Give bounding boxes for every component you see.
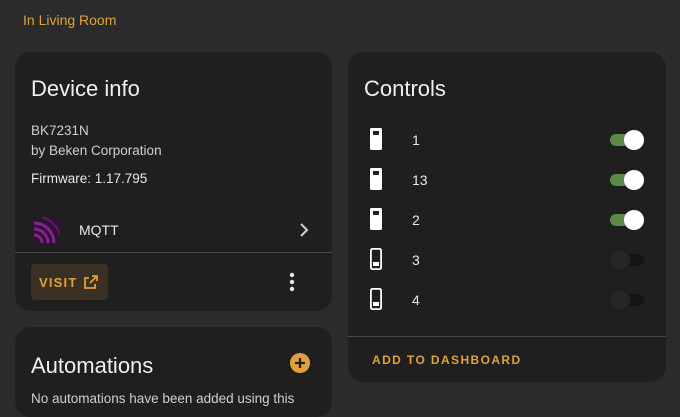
switch-on-icon [370,168,382,190]
automations-title: Automations [31,353,154,378]
visit-button[interactable]: VISIT [31,264,108,300]
switch-off-icon [370,287,382,311]
control-row: 2 [348,200,666,240]
divider [15,252,332,253]
control-name: 13 [412,172,428,188]
toggle-switch[interactable] [608,128,646,152]
control-row: 4 [348,280,666,320]
switch-on-icon [370,208,382,230]
controls-card: Controls 1 13 2 3 4 ADD TO DASHBOARD [348,52,666,382]
toggle-switch[interactable] [608,208,646,232]
controls-title: Controls [364,76,446,101]
automations-card: Automations No automations have been add… [15,327,332,417]
more-vert-icon[interactable] [280,270,304,294]
mqtt-icon [34,217,60,243]
add-to-dashboard-button[interactable]: ADD TO DASHBOARD [372,353,522,367]
chevron-right-icon [300,223,309,237]
area-link[interactable]: In Living Room [23,12,116,28]
add-circle-icon[interactable] [289,352,311,374]
switch-on-icon [370,128,382,150]
device-firmware: Firmware: 1.17.795 [31,171,148,186]
toggle-switch[interactable] [608,288,646,312]
switch-off-icon [370,247,382,271]
control-name: 2 [412,212,420,228]
control-name: 3 [412,252,420,268]
toggle-switch[interactable] [608,168,646,192]
integration-row-mqtt[interactable]: MQTT [15,208,332,252]
control-name: 4 [412,292,420,308]
visit-button-label: VISIT [39,274,78,290]
device-model: BK7231N [31,123,89,138]
integration-label: MQTT [79,222,119,238]
automations-empty-text: No automations have been added using thi… [31,391,295,406]
open-in-new-icon [84,275,98,289]
control-row: 3 [348,240,666,280]
toggle-switch[interactable] [608,248,646,272]
control-name: 1 [412,132,420,148]
device-manufacturer: by Beken Corporation [31,143,162,158]
divider [348,336,666,337]
control-row: 1 [348,120,666,160]
control-row: 13 [348,160,666,200]
device-info-card: Device info BK7231N by Beken Corporation… [15,52,332,311]
device-info-title: Device info [31,76,140,101]
